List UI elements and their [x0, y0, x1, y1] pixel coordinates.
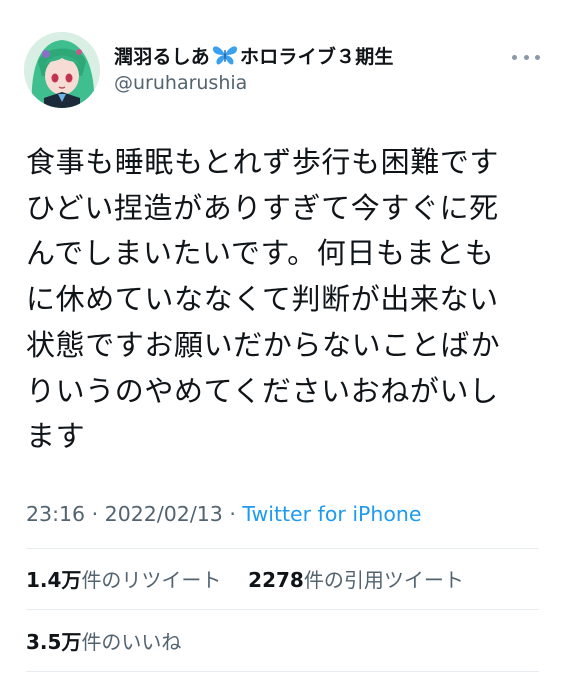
display-name-part-2: ホロライブ３期生	[240, 45, 394, 68]
likes-stat[interactable]: 3.5万件のいいね	[26, 630, 181, 654]
tweet-line: ます	[26, 419, 86, 454]
tweet-text: 食事も睡眠もとれず歩行も困難です ひどい捏造がありすぎて今すぐに死 んでしまいた…	[26, 140, 536, 460]
tweet-time[interactable]: 23:16	[26, 502, 85, 526]
tweet-date[interactable]: 2022/02/13	[105, 502, 223, 526]
tweet-line: 食事も睡眠もとれず歩行も困難です	[26, 145, 500, 179]
tweet-line: りいうのやめてくださいおねがいし	[26, 373, 499, 408]
display-name[interactable]: 潤羽るしあ ホロライブ３期生	[114, 42, 394, 68]
avatar[interactable]	[24, 32, 100, 108]
tweet-line: んでしまいたいです。何日もまとも	[26, 236, 495, 271]
display-name-part-1: 潤羽るしあ	[114, 45, 211, 68]
retweets-stat[interactable]: 1.4万件のリツイート	[26, 568, 221, 592]
more-horizontal-icon[interactable]	[512, 52, 540, 62]
user-handle[interactable]: @uruharushia	[114, 72, 247, 94]
quote-tweets-label: 件の引用ツイート	[303, 568, 464, 592]
engagement-stats-row: 1.4万件のリツイート 2278件の引用ツイート	[26, 564, 464, 593]
quote-tweets-count: 2278	[248, 568, 304, 592]
quote-tweets-stat[interactable]: 2278件の引用ツイート	[248, 568, 464, 592]
divider	[26, 548, 539, 549]
retweets-label: 件のリツイート	[81, 568, 222, 592]
more-dot	[535, 54, 540, 60]
tweet-meta: 23:16 · 2022/02/13 · Twitter for iPhone	[26, 502, 422, 526]
tweet-line: 状態ですお願いだからないことばか	[26, 327, 501, 362]
tweet-source-link[interactable]: Twitter for iPhone	[242, 502, 421, 526]
green-haired-avatar-icon	[24, 32, 100, 108]
more-dot	[523, 54, 529, 60]
divider	[26, 609, 539, 610]
tweet-line: ひどい捏造がありすぎて今すぐに死	[26, 190, 499, 225]
meta-separator: ·	[91, 502, 105, 526]
retweets-count: 1.4万	[26, 568, 82, 592]
likes-stats-row: 3.5万件のいいね	[26, 626, 181, 655]
likes-count: 3.5万	[26, 630, 82, 654]
likes-label: 件のいいね	[81, 630, 182, 654]
divider	[26, 671, 539, 672]
tweet-line: に休めていななくて判断が出来ない	[26, 282, 499, 317]
blue-butterfly-icon	[211, 44, 239, 66]
meta-separator: ·	[229, 502, 243, 526]
more-dot	[512, 54, 517, 60]
